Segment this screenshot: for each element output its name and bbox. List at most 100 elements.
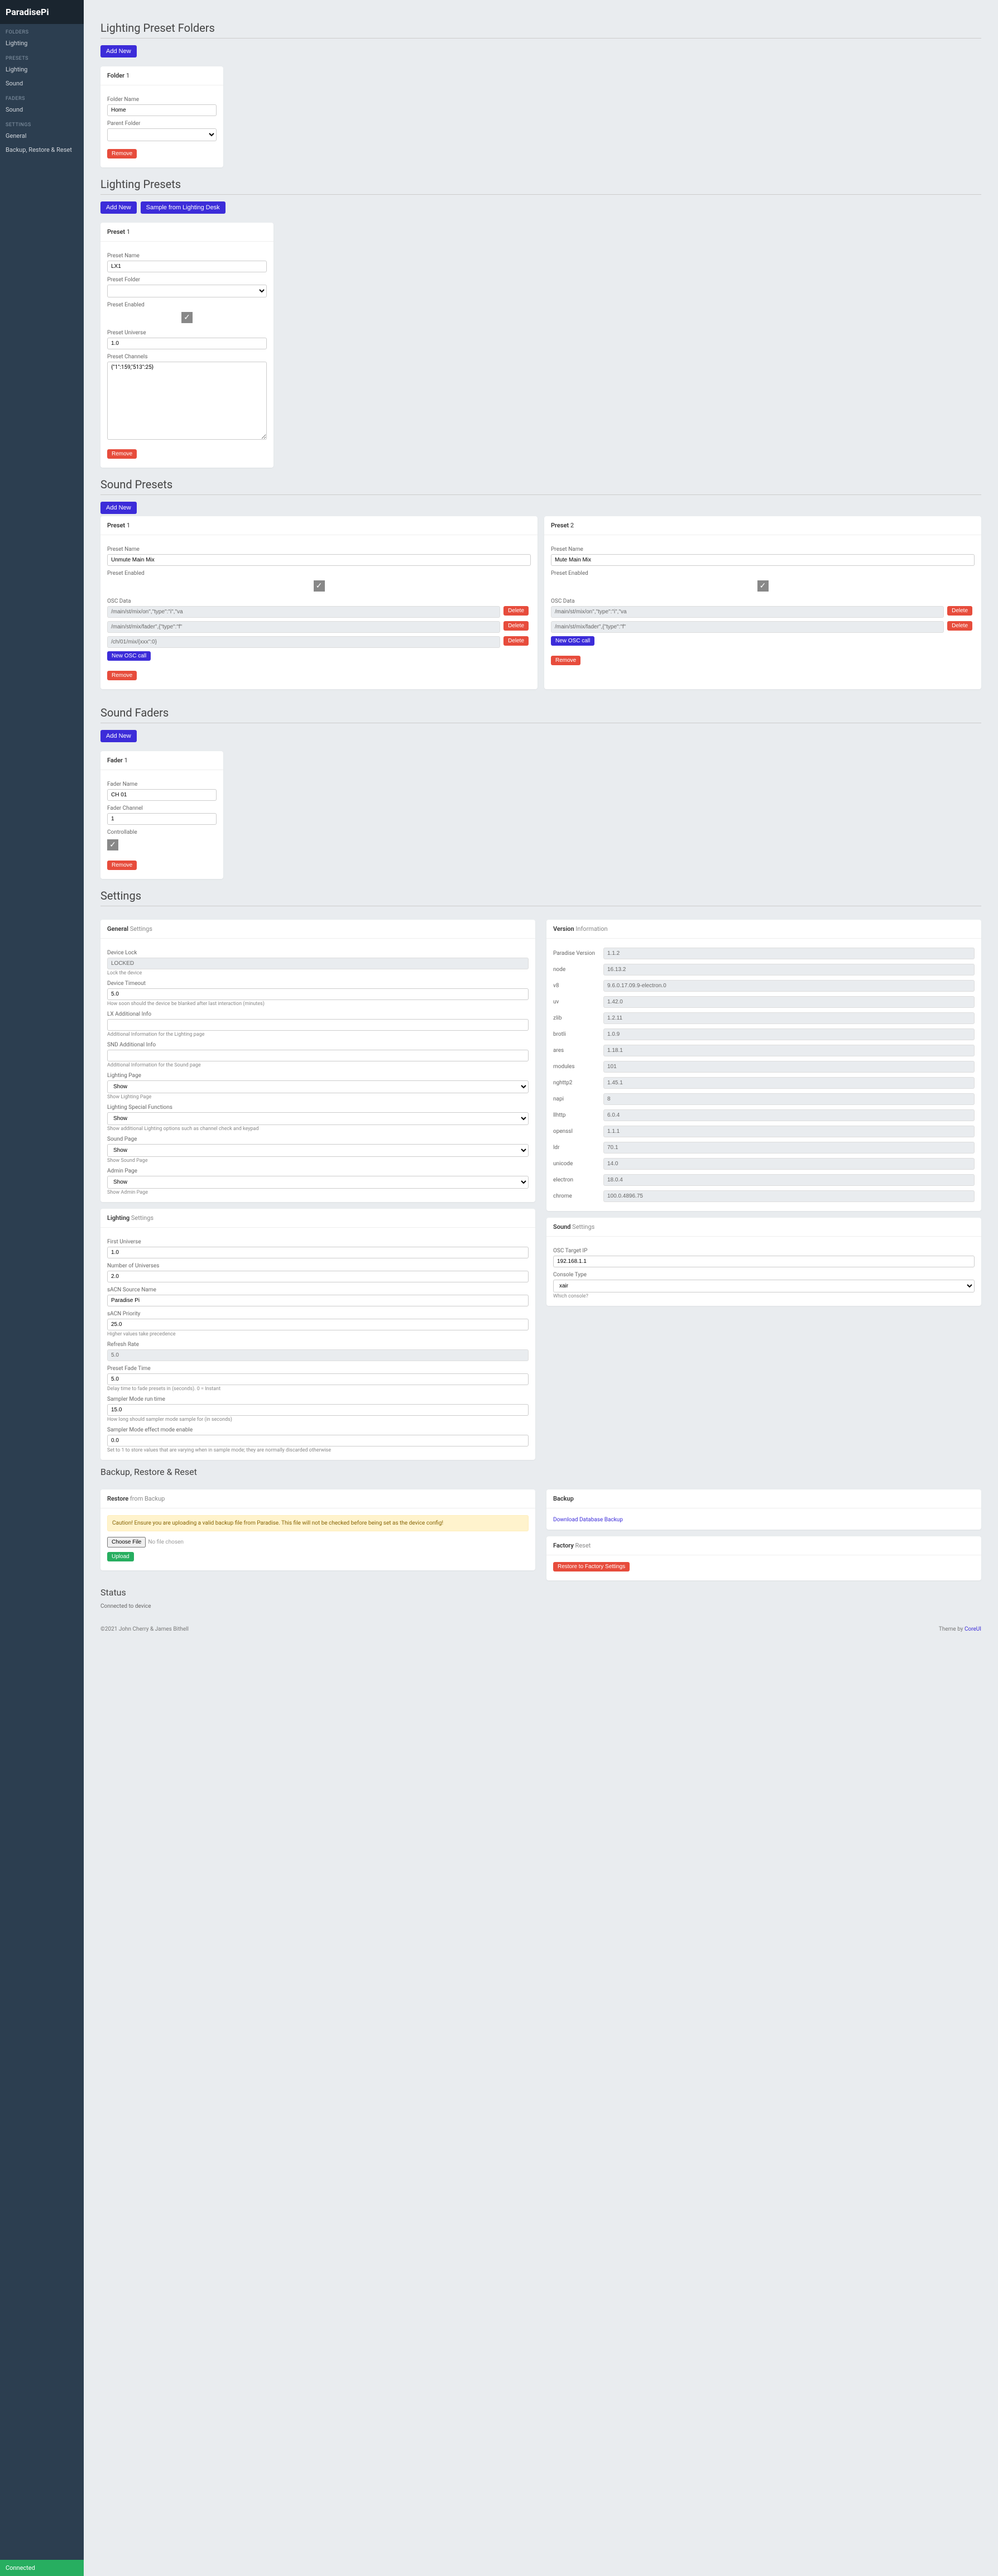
sampler-run-label: Sampler Mode run time [107, 1396, 529, 1402]
sidebar-item-lighting-presets[interactable]: Lighting [0, 63, 84, 76]
delete-osc-button[interactable]: Delete [947, 606, 972, 616]
delete-osc-button[interactable]: Delete [947, 621, 972, 631]
source-name-input[interactable] [107, 1295, 529, 1306]
remove-fader-button[interactable]: Remove [107, 861, 137, 870]
sampler-effect-input[interactable] [107, 1435, 529, 1446]
restore-card: Restore from Backup Caution! Ensure you … [100, 1489, 535, 1570]
new-osc-call-button[interactable]: New OSC call [107, 651, 151, 661]
osc-data-input [107, 636, 500, 648]
lpreset-enabled-label: Preset Enabled [107, 302, 267, 308]
osc-ip-input[interactable] [553, 1256, 975, 1267]
spreset-name-input[interactable] [107, 554, 531, 566]
remove-folder-button[interactable]: Remove [107, 149, 137, 158]
delete-osc-button[interactable]: Delete [503, 636, 529, 646]
upload-button[interactable]: Upload [107, 1552, 134, 1561]
snd-add-input[interactable] [107, 1050, 529, 1061]
version-label: ares [553, 1047, 603, 1054]
choose-file-button[interactable]: Choose File [107, 1537, 146, 1547]
add-folder-button[interactable]: Add New [100, 45, 137, 57]
connection-status: Connected [0, 2560, 84, 2576]
spreset-enabled-checkbox[interactable]: ✓ [314, 580, 325, 592]
sidebar-item-backup[interactable]: Backup, Restore & Reset [0, 143, 84, 157]
lighting-page-select[interactable]: Show [107, 1080, 529, 1093]
snd-header-bold: Sound [553, 1223, 570, 1231]
lpreset-name-label: Preset Name [107, 253, 267, 259]
fader-controllable-checkbox[interactable]: ✓ [107, 839, 118, 850]
parent-folder-label: Parent Folder [107, 121, 217, 127]
sound-faders-title: Sound Faders [100, 706, 981, 719]
sampler-run-help: How long should sampler mode sample for … [107, 1417, 529, 1422]
new-osc-call-button[interactable]: New OSC call [551, 636, 594, 646]
lx-add-help: Additional Information for the Lighting … [107, 1032, 529, 1037]
sample-lighting-desk-button[interactable]: Sample from Lighting Desk [141, 201, 225, 214]
lpreset-enabled-checkbox[interactable]: ✓ [181, 312, 193, 323]
fader-name-input[interactable] [107, 789, 217, 801]
admin-page-select[interactable]: Show [107, 1176, 529, 1189]
version-info-card: Version Information Paradise Versionnode… [546, 920, 981, 1211]
folder-card: Folder 1 Folder Name Parent Folder Remov… [100, 66, 223, 167]
osc-data-input [551, 621, 944, 633]
first-universe-input[interactable] [107, 1247, 529, 1258]
delete-osc-button[interactable]: Delete [503, 606, 529, 616]
lpreset-channels-textarea[interactable]: {"1":159,"513":25} [107, 362, 267, 440]
timeout-input[interactable] [107, 988, 529, 1000]
lighting-special-label: Lighting Special Functions [107, 1104, 529, 1111]
osc-data-label: OSC Data [107, 598, 531, 604]
sidebar-item-lighting-folders[interactable]: Lighting [0, 36, 84, 50]
add-sound-preset-button[interactable]: Add New [100, 502, 137, 514]
lpreset-universe-input[interactable] [107, 338, 267, 349]
lpreset-name-input[interactable] [107, 261, 267, 272]
sidebar-item-sound-faders[interactable]: Sound [0, 103, 84, 117]
add-fader-button[interactable]: Add New [100, 730, 137, 742]
spreset-num: 2 [570, 522, 574, 529]
version-value [603, 1109, 975, 1121]
num-universes-input[interactable] [107, 1271, 529, 1282]
version-label: uv [553, 999, 603, 1005]
delete-osc-button[interactable]: Delete [503, 621, 529, 631]
spreset-title-prefix: Preset [107, 522, 125, 529]
sound-preset-card: Preset 1 Preset Name Preset Enabled ✓ OS… [100, 516, 538, 689]
remove-lpreset-button[interactable]: Remove [107, 449, 137, 459]
folder-name-input[interactable] [107, 104, 217, 116]
parent-folder-select[interactable] [107, 128, 217, 141]
restore-header-light: from Backup [130, 1495, 165, 1502]
sampler-run-input[interactable] [107, 1404, 529, 1416]
spreset-name-input[interactable] [551, 554, 975, 566]
spreset-enabled-checkbox[interactable]: ✓ [757, 580, 769, 592]
remove-spreset-button[interactable]: Remove [551, 656, 580, 665]
version-value [603, 1190, 975, 1202]
add-lighting-preset-button[interactable]: Add New [100, 201, 137, 214]
osc-data-input [551, 606, 944, 618]
osc-ip-label: OSC Target IP [553, 1248, 975, 1254]
lpreset-folder-select[interactable] [107, 285, 267, 297]
fade-input[interactable] [107, 1373, 529, 1385]
footer-theme-link[interactable]: CoreUI [965, 1626, 981, 1632]
priority-input[interactable] [107, 1319, 529, 1330]
fader-channel-input[interactable] [107, 813, 217, 825]
sound-page-select[interactable]: Show [107, 1144, 529, 1157]
lighting-special-select[interactable]: Show [107, 1112, 529, 1125]
file-chooser[interactable]: Choose FileNo file chosen [107, 1537, 529, 1547]
backup-title: Backup, Restore & Reset [100, 1467, 981, 1477]
factory-reset-button[interactable]: Restore to Factory Settings [553, 1562, 630, 1571]
sidebar-section-faders: FADERS [0, 90, 84, 103]
version-label: napi [553, 1096, 603, 1102]
version-value [603, 1174, 975, 1186]
version-label: nghttp2 [553, 1080, 603, 1086]
console-type-select[interactable]: xair [553, 1280, 975, 1292]
sidebar-item-sound-presets[interactable]: Sound [0, 76, 84, 90]
lighting-settings-card: Lighting Settings First Universe Number … [100, 1209, 535, 1460]
sampler-effect-label: Sampler Mode effect mode enable [107, 1427, 529, 1433]
remove-spreset-button[interactable]: Remove [107, 671, 137, 680]
refresh-label: Refresh Rate [107, 1342, 529, 1348]
backup-download-card: Backup Download Database Backup [546, 1489, 981, 1530]
lock-input [107, 958, 529, 969]
download-backup-link[interactable]: Download Database Backup [553, 1517, 623, 1523]
admin-page-label: Admin Page [107, 1168, 529, 1174]
num-universes-label: Number of Universes [107, 1263, 529, 1269]
spreset-name-label: Preset Name [107, 546, 531, 552]
snd-add-label: SND Additional Info [107, 1042, 529, 1048]
sidebar-item-general[interactable]: General [0, 129, 84, 143]
lx-add-input[interactable] [107, 1019, 529, 1031]
version-label: chrome [553, 1193, 603, 1199]
